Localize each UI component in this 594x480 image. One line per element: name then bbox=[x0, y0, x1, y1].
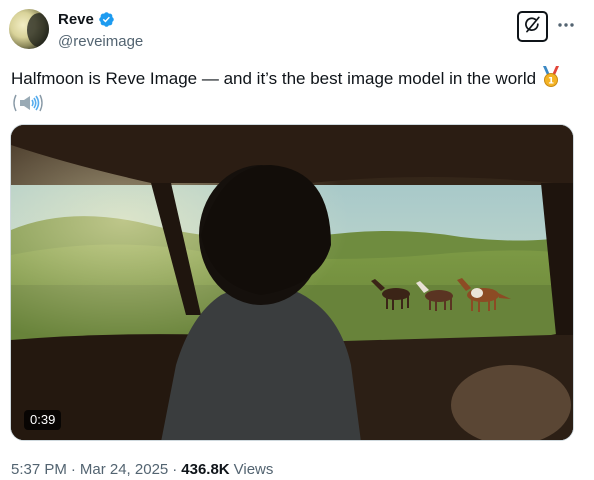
meta-separator: · bbox=[70, 461, 76, 478]
grok-button[interactable] bbox=[517, 11, 548, 42]
author-name-row: Reve bbox=[58, 11, 115, 28]
meta-separator-2: · bbox=[172, 461, 178, 478]
tweet-meta: 5:37 PM · Mar 24, 2025 · 436.8K Views bbox=[11, 461, 273, 478]
more-horizontal-icon bbox=[557, 15, 575, 33]
tweet-date[interactable]: Mar 24, 2025 bbox=[80, 461, 168, 478]
views-label: Views bbox=[233, 461, 274, 478]
speaker-high-volume-icon bbox=[11, 93, 45, 119]
first-place-medal-icon: 1 bbox=[541, 66, 561, 93]
tweet-body: Halfmoon is Reve Image — and it’s the be… bbox=[11, 69, 537, 88]
svg-text:1: 1 bbox=[548, 77, 554, 87]
tweet-time[interactable]: 5:37 PM bbox=[11, 461, 67, 478]
video-frame bbox=[11, 125, 573, 440]
verified-badge-icon bbox=[98, 11, 115, 28]
author-handle[interactable]: @reveimage bbox=[58, 33, 143, 50]
grok-icon bbox=[523, 15, 542, 39]
video-player[interactable]: 0:39 bbox=[10, 124, 574, 441]
views-count: 436.8K bbox=[181, 461, 230, 478]
tweet-text: Halfmoon is Reve Image — and it’s the be… bbox=[11, 66, 571, 119]
more-options-button[interactable] bbox=[556, 14, 576, 34]
video-duration-badge: 0:39 bbox=[24, 410, 62, 430]
author-display-name[interactable]: Reve bbox=[58, 11, 94, 28]
author-avatar[interactable] bbox=[9, 9, 49, 49]
